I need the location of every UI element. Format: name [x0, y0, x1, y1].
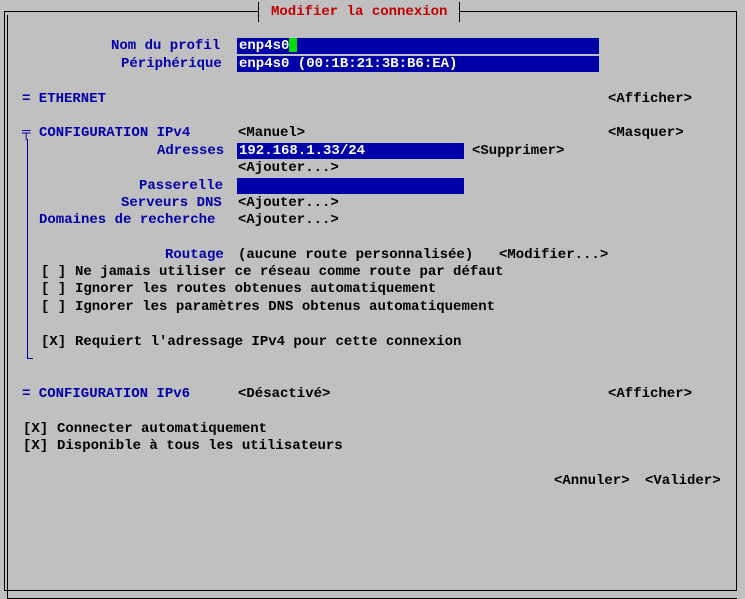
ipv6-mode-dropdown[interactable]: <Désactivé>	[238, 386, 330, 403]
routing-modify-button[interactable]: <Modifier...>	[499, 247, 608, 264]
profile-name-value: enp4s0	[239, 38, 290, 54]
ipv4-section-corner	[27, 353, 33, 359]
ipv6-section-header: = CONFIGURATION IPv6	[22, 386, 191, 402]
ipv4-section-header: CONFIGURATION IPv4	[39, 125, 191, 141]
address-input[interactable]: 192.168.1.33/24	[237, 143, 464, 159]
profile-name-input[interactable]: enp4s0	[237, 38, 599, 54]
remove-address-button[interactable]: <Supprimer>	[472, 143, 564, 160]
ipv4-section-border	[27, 139, 28, 357]
auto-connect-label: Connecter automatiquement	[57, 421, 268, 437]
all-users-label: Disponible à tous les utilisateurs	[57, 438, 343, 454]
add-dns-button[interactable]: <Ajouter...>	[238, 195, 339, 212]
routing-label: Routage	[165, 247, 224, 263]
cancel-button[interactable]: <Annuler>	[554, 473, 630, 490]
profile-name-label: Nom du profil	[111, 38, 221, 54]
addresses-label: Adresses	[157, 143, 225, 159]
routing-value: (aucune route personnalisée)	[238, 247, 474, 263]
ignore-routes-checkbox[interactable]: [ ]	[41, 281, 66, 298]
require-ipv4-checkbox[interactable]: [X]	[41, 334, 66, 351]
ipv6-show-button[interactable]: <Afficher>	[608, 386, 692, 403]
never-default-label: Ne jamais utiliser ce réseau comme route…	[75, 264, 504, 280]
ipv4-hide-button[interactable]: <Masquer>	[608, 125, 684, 142]
ipv4-mode-dropdown[interactable]: <Manuel>	[238, 125, 305, 142]
never-default-checkbox[interactable]: [ ]	[41, 264, 66, 281]
auto-connect-checkbox[interactable]: [X]	[23, 421, 48, 438]
ignore-routes-label: Ignorer les routes obtenues automatiquem…	[75, 281, 437, 297]
device-input[interactable]: enp4s0 (00:1B:21:3B:B6:EA)	[237, 56, 599, 72]
ignore-dns-checkbox[interactable]: [ ]	[41, 299, 66, 316]
text-cursor	[289, 38, 298, 53]
gateway-label: Passerelle	[139, 178, 224, 194]
add-address-button[interactable]: <Ajouter...>	[238, 160, 339, 177]
dns-servers-label: Serveurs DNS	[121, 195, 222, 211]
device-label: Périphérique	[121, 56, 222, 72]
ethernet-show-button[interactable]: <Afficher>	[608, 91, 692, 108]
all-users-checkbox[interactable]: [X]	[23, 438, 48, 455]
ok-button[interactable]: <Valider>	[645, 473, 721, 490]
gateway-input[interactable]	[237, 178, 464, 194]
dialog-title: Modifier la connexion	[258, 2, 461, 22]
ethernet-section-header: = ETHERNET	[22, 91, 107, 107]
search-domains-label: Domaines de recherche	[39, 212, 216, 228]
ignore-dns-label: Ignorer les paramètres DNS obtenus autom…	[75, 299, 496, 315]
require-ipv4-label: Requiert l'adressage IPv4 pour cette con…	[75, 334, 462, 350]
add-search-domain-button[interactable]: <Ajouter...>	[238, 212, 339, 229]
